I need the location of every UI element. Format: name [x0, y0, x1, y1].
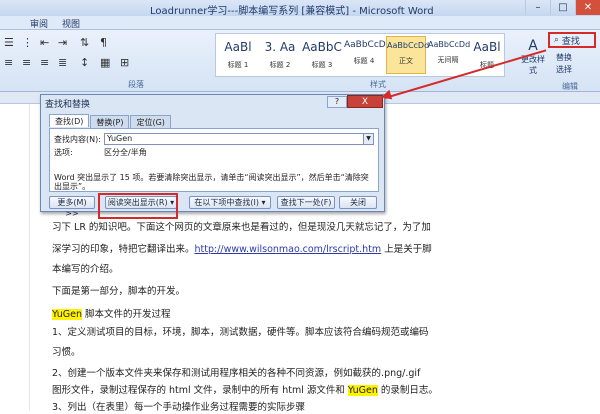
doc-line: 下面是第一部分，脚本的开发。	[52, 286, 186, 297]
line-spacing-icon[interactable]: ↕	[80, 56, 89, 69]
doc-line: YuGen 脚本文件的开发过程	[52, 309, 171, 321]
tab-view[interactable]: 视图	[62, 17, 80, 30]
options-label: 选项:	[54, 148, 73, 157]
borders-icon[interactable]: ⊞	[120, 56, 129, 69]
style-heading1[interactable]: AaBl 标题 1	[218, 36, 258, 74]
style-name: 标题 4	[353, 57, 375, 65]
doc-text: 脚本文件的开发过程	[81, 309, 171, 320]
maximize-button[interactable]: □	[550, 0, 575, 15]
style-name: 标题 1	[227, 61, 249, 69]
highlighted-match: YuGen	[347, 385, 378, 396]
doc-line: 深学习的印象，特把它翻译出来。http://www.wilsonmao.com/…	[52, 244, 432, 256]
style-sample: AaBl	[224, 40, 252, 54]
style-sample: 3. Aa	[264, 40, 296, 54]
sort-icon[interactable]: ⇅	[80, 36, 89, 49]
style-heading3[interactable]: AaBbC 标题 3	[302, 36, 342, 74]
group-paragraph-label: 段落	[128, 80, 144, 89]
style-sample: AaBbCcDd	[428, 40, 471, 49]
more-button[interactable]: 更多(M) >>	[49, 196, 95, 218]
tab-find[interactable]: 查找(D)	[49, 114, 90, 127]
options-value: 区分全/半角	[104, 148, 147, 157]
bullets-icon[interactable]: ☰	[4, 36, 14, 49]
styles-gallery: AaBl 标题 1 3. Aa 标题 2 AaBbC 标题 3 AaBbCcD 标题 4…	[215, 33, 505, 77]
find-replace-dialog: 查找和替换 ? X 查找(D) 替换(P) 定位(G) 查找内容(N): YuG…	[40, 94, 385, 218]
select-button[interactable]: 选择	[556, 64, 572, 75]
doc-text: 的录制日志。	[377, 385, 438, 396]
title-bar: Loadrunner学习---脚本编写系列 [兼容模式] - Microsoft…	[0, 0, 600, 17]
numbering-icon[interactable]: ⋮	[22, 36, 33, 49]
editing-group: ⌕ 查找 替换 选择 编辑	[548, 32, 598, 91]
doc-line: 本编写的介绍。	[52, 264, 119, 275]
binoculars-icon: ⌕	[554, 35, 560, 45]
style-name: 无间隔	[437, 56, 459, 64]
align-center-icon[interactable]: ≡	[22, 56, 31, 69]
doc-line: 3、列出（在表里）每一个手动操作业务过程需要的实际步骤	[52, 402, 306, 413]
doc-text: 上是关于脚	[381, 244, 432, 255]
show-marks-icon[interactable]: ¶	[100, 36, 107, 49]
doc-line: 图形文件，录制过程保存的 html 文件，录制中的所有 html 源文件和 Yu…	[52, 385, 438, 397]
ribbon-tabs: 审阅 视图	[0, 16, 600, 30]
tab-goto[interactable]: 定位(G)	[130, 115, 171, 128]
indent-icon[interactable]: ⇥	[58, 36, 67, 49]
dialog-close-button[interactable]: X	[347, 95, 383, 108]
close-window-button[interactable]: ✕	[575, 0, 600, 15]
outdent-icon[interactable]: ⇤	[40, 36, 49, 49]
find-in-button[interactable]: 在以下项中查找(I) ▾	[189, 196, 271, 209]
doc-line: 2、创建一个版本文件夹来保存和测试用程序相关的各种不同资源，例如截获的.png/…	[52, 368, 421, 379]
chevron-down-icon[interactable]: ▼	[363, 134, 373, 144]
style-sample: AaBbC	[302, 40, 342, 54]
find-label: 查找	[561, 36, 580, 47]
style-sample: AaBbCcDd	[387, 41, 430, 50]
dialog-title: 查找和替换	[45, 100, 91, 110]
style-name: 标题 2	[269, 61, 291, 69]
style-heading4[interactable]: AaBbCcD 标题 4	[344, 36, 386, 74]
highlighted-match: YuGen	[52, 309, 82, 320]
doc-line: 习惯。	[52, 347, 81, 358]
justify-icon[interactable]: ≣	[58, 56, 67, 69]
doc-text: 图形文件，录制过程保存的 html 文件，录制中的所有 html 源文件和	[52, 385, 348, 396]
style-name: 正文	[399, 57, 413, 65]
find-button[interactable]: ⌕ 查找	[548, 32, 596, 48]
tab-replace[interactable]: 替换(P)	[90, 115, 130, 128]
window-controls: – □ ✕	[525, 0, 600, 15]
group-styles-label: 样式	[370, 80, 386, 89]
find-label: 查找内容(N):	[54, 135, 101, 144]
style-no-spacing[interactable]: AaBbCcDd 无间隔	[428, 36, 471, 74]
tab-review[interactable]: 审阅	[30, 17, 48, 30]
highlight-info: Word 突出显示了 15 项。若要清除突出显示，请单击“阅读突出显示”，然后单…	[54, 173, 369, 191]
help-button[interactable]: ?	[327, 96, 347, 108]
group-editing-label: 编辑	[562, 82, 578, 91]
find-next-button[interactable]: 查找下一处(F)	[277, 196, 335, 209]
find-value: YuGen	[107, 134, 133, 143]
doc-line: 1、定义测试项目的目标，环境，脚本，测试数据，硬件等。脚本应该符合编码规范或编码	[52, 327, 429, 338]
left-margin	[0, 104, 30, 410]
window-title: Loadrunner学习---脚本编写系列 [兼容模式] - Microsoft…	[150, 6, 434, 17]
replace-button[interactable]: 替换	[556, 52, 572, 63]
shading-icon[interactable]: ▦	[100, 56, 110, 69]
change-styles-label: 更改样式	[521, 55, 545, 75]
minimize-button[interactable]: –	[525, 0, 550, 15]
doc-line: 习下 LR 的知识吧。下面这个网页的文章原来也是看过的，但是现没几天就忘记了，为…	[52, 222, 431, 233]
style-sample: AaBl	[473, 40, 501, 54]
dialog-tabs: 查找(D) 替换(P) 定位(G)	[49, 114, 172, 128]
style-sample: AaBbCcD	[344, 40, 386, 50]
find-panel: 查找内容(N): YuGen ▼ 选项: 区分全/半角 Word 突出显示了 1…	[49, 128, 379, 192]
style-normal[interactable]: AaBbCcDd 正文	[386, 36, 430, 74]
align-left-icon[interactable]: ≡	[4, 56, 13, 69]
style-name: 标题 3	[311, 61, 333, 69]
doc-text: 深学习的印象，特把它翻译出来。	[52, 244, 195, 255]
align-right-icon[interactable]: ≡	[40, 56, 49, 69]
annotation-box	[98, 193, 178, 219]
style-heading2[interactable]: 3. Aa 标题 2	[260, 36, 300, 74]
doc-link[interactable]: http://www.wilsonmao.com/lrscript.htm	[195, 244, 382, 255]
close-button[interactable]: 关闭	[339, 196, 377, 209]
find-input[interactable]: YuGen ▼	[104, 133, 374, 145]
